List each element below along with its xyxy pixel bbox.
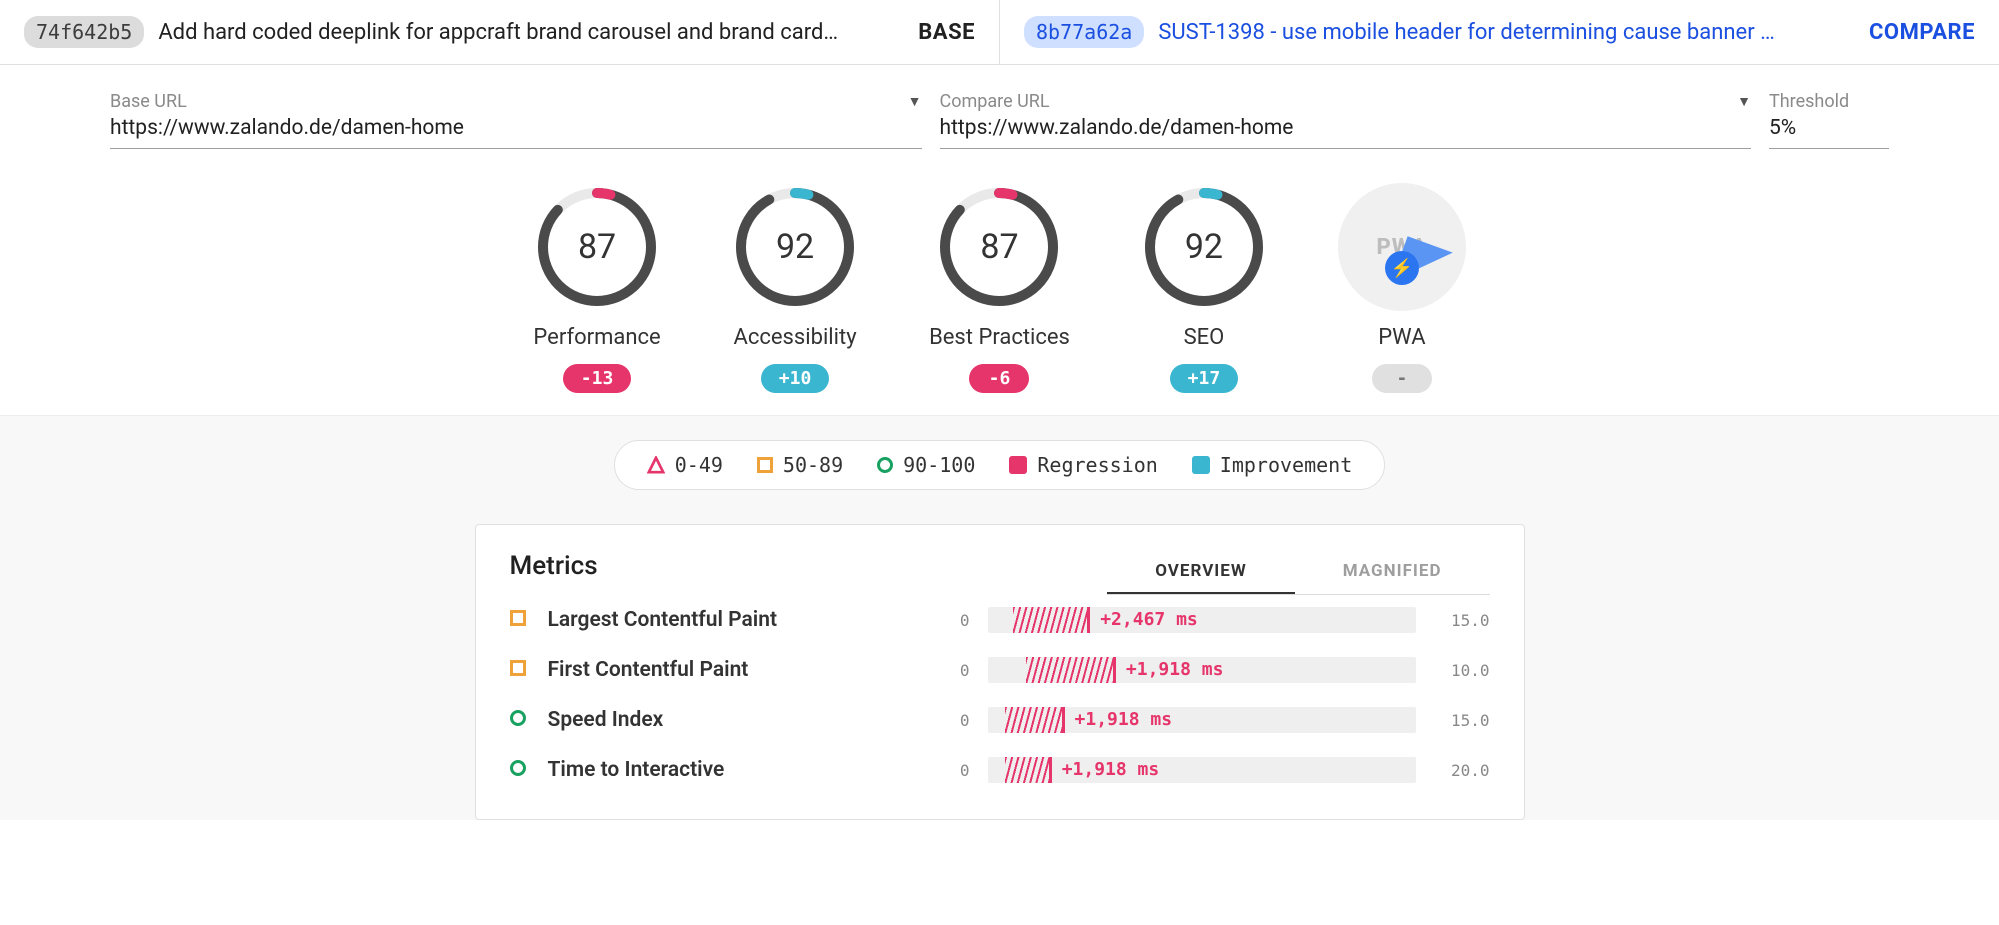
triangle-icon — [647, 456, 665, 474]
metric-delta: +1,918 ms — [1062, 759, 1160, 780]
metric-delta: +1,918 ms — [1075, 709, 1173, 730]
circle-icon — [510, 710, 526, 726]
circle-icon — [510, 760, 526, 776]
base-url-label: Base URL — [110, 91, 187, 112]
square-icon — [757, 457, 773, 473]
comparison-header: 74f642b5 Add hard coded deeplink for app… — [0, 0, 1999, 65]
threshold-value: 5% — [1769, 112, 1889, 149]
gauge-title: SEO — [1184, 325, 1225, 350]
metric-bar: +1,918 ms — [988, 657, 1416, 683]
delta-pill: - — [1372, 364, 1432, 393]
compare-commit-message: SUST-1398 - use mobile header for determ… — [1158, 20, 1855, 45]
metric-row[interactable]: Largest Contentful Paint 0 +2,467 ms 15.0 — [510, 595, 1490, 645]
metric-bar: +1,918 ms — [988, 757, 1416, 783]
delta-pill: -6 — [969, 364, 1029, 393]
circle-icon — [877, 457, 893, 473]
base-commit[interactable]: 74f642b5 Add hard coded deeplink for app… — [0, 0, 999, 64]
gauge-score: 87 — [533, 183, 661, 311]
chevron-down-icon: ▼ — [1737, 93, 1751, 110]
metric-min: 0 — [946, 611, 970, 630]
base-commit-message: Add hard coded deeplink for appcraft bra… — [158, 20, 904, 45]
square-icon — [510, 660, 526, 676]
gauge-ring: 87 — [533, 183, 661, 311]
score-legend: 0-49 50-89 90-100 Regression Improvement — [614, 440, 1386, 490]
legend-improvement: Improvement — [1192, 453, 1352, 477]
metrics-card: Metrics OVERVIEW MAGNIFIED Largest Conte… — [475, 524, 1525, 820]
gauge-score: 92 — [1140, 183, 1268, 311]
metric-bar: +2,467 ms — [988, 607, 1416, 633]
threshold-label: Threshold — [1769, 91, 1849, 112]
tab-overview[interactable]: OVERVIEW — [1107, 551, 1294, 594]
improvement-swatch-icon — [1192, 456, 1210, 474]
pwa-badge-icon: PWA⚡ — [1338, 183, 1466, 311]
metric-min: 0 — [946, 711, 970, 730]
base-url-field[interactable]: Base URL ▼ https://www.zalando.de/damen-h… — [110, 91, 922, 149]
legend-bad: 0-49 — [647, 453, 723, 477]
tab-magnified[interactable]: MAGNIFIED — [1295, 551, 1490, 594]
metric-bar: +1,918 ms — [988, 707, 1416, 733]
delta-pill: +10 — [761, 364, 830, 393]
gauge-score: 87 — [935, 183, 1063, 311]
metrics-title: Metrics — [510, 551, 598, 581]
metric-row[interactable]: First Contentful Paint 0 +1,918 ms 10.0 — [510, 645, 1490, 695]
bolt-icon: ⚡ — [1385, 251, 1419, 285]
compare-url-label: Compare URL — [940, 91, 1050, 112]
metric-name: First Contentful Paint — [548, 658, 928, 682]
gauge-best-practices[interactable]: 87 Best Practices -6 — [929, 183, 1070, 393]
metric-min: 0 — [946, 661, 970, 680]
metric-name: Time to Interactive — [548, 758, 928, 782]
metric-delta: +1,918 ms — [1126, 659, 1224, 680]
compare-url-value: https://www.zalando.de/damen-home — [940, 112, 1752, 149]
lower-section: 0-49 50-89 90-100 Regression Improvement… — [0, 415, 1999, 820]
metric-max: 15.0 — [1434, 611, 1490, 630]
compare-commit[interactable]: 8b77a62a SUST-1398 - use mobile header f… — [999, 0, 1999, 64]
base-url-value: https://www.zalando.de/damen-home — [110, 112, 922, 149]
gauge-accessibility[interactable]: 92 Accessibility +10 — [731, 183, 859, 393]
compare-hash: 8b77a62a — [1024, 16, 1144, 48]
gauge-title: Performance — [533, 325, 660, 350]
delta-pill: -13 — [563, 364, 632, 393]
delta-pill: +17 — [1170, 364, 1239, 393]
metrics-list: Largest Contentful Paint 0 +2,467 ms 15.0 Fi… — [510, 595, 1490, 795]
regression-swatch-icon — [1009, 456, 1027, 474]
metric-row[interactable]: Time to Interactive 0 +1,918 ms 20.0 — [510, 745, 1490, 795]
compare-label: COMPARE — [1869, 20, 1975, 45]
score-gauges: 87 Performance -13 92 Accessibility +10 87 Best… — [0, 155, 1999, 415]
gauge-pwa[interactable]: PWA⚡ PWA - — [1338, 183, 1466, 393]
gauge-ring: 87 — [935, 183, 1063, 311]
gauge-ring: 92 — [731, 183, 859, 311]
base-hash: 74f642b5 — [24, 16, 144, 48]
metric-max: 15.0 — [1434, 711, 1490, 730]
square-icon — [510, 610, 526, 626]
gauge-title: Best Practices — [929, 325, 1070, 350]
metric-max: 20.0 — [1434, 761, 1490, 780]
threshold-field[interactable]: Threshold 5% — [1769, 91, 1889, 149]
metric-name: Speed Index — [548, 708, 928, 732]
gauge-score: 92 — [731, 183, 859, 311]
gauge-title: PWA — [1378, 325, 1425, 350]
gauge-performance[interactable]: 87 Performance -13 — [533, 183, 661, 393]
gauge-ring: 92 — [1140, 183, 1268, 311]
gauge-title: Accessibility — [734, 325, 857, 350]
metric-min: 0 — [946, 761, 970, 780]
legend-regression: Regression — [1009, 453, 1157, 477]
url-controls: Base URL ▼ https://www.zalando.de/damen-h… — [0, 65, 1999, 155]
metric-delta: +2,467 ms — [1100, 609, 1198, 630]
metric-max: 10.0 — [1434, 661, 1490, 680]
metric-name: Largest Contentful Paint — [548, 608, 928, 632]
legend-good: 90-100 — [877, 453, 975, 477]
compare-url-field[interactable]: Compare URL ▼ https://www.zalando.de/dame… — [940, 91, 1752, 149]
base-label: BASE — [918, 20, 975, 45]
chevron-down-icon: ▼ — [908, 93, 922, 110]
legend-mid: 50-89 — [757, 453, 843, 477]
gauge-seo[interactable]: 92 SEO +17 — [1140, 183, 1268, 393]
metric-row[interactable]: Speed Index 0 +1,918 ms 15.0 — [510, 695, 1490, 745]
